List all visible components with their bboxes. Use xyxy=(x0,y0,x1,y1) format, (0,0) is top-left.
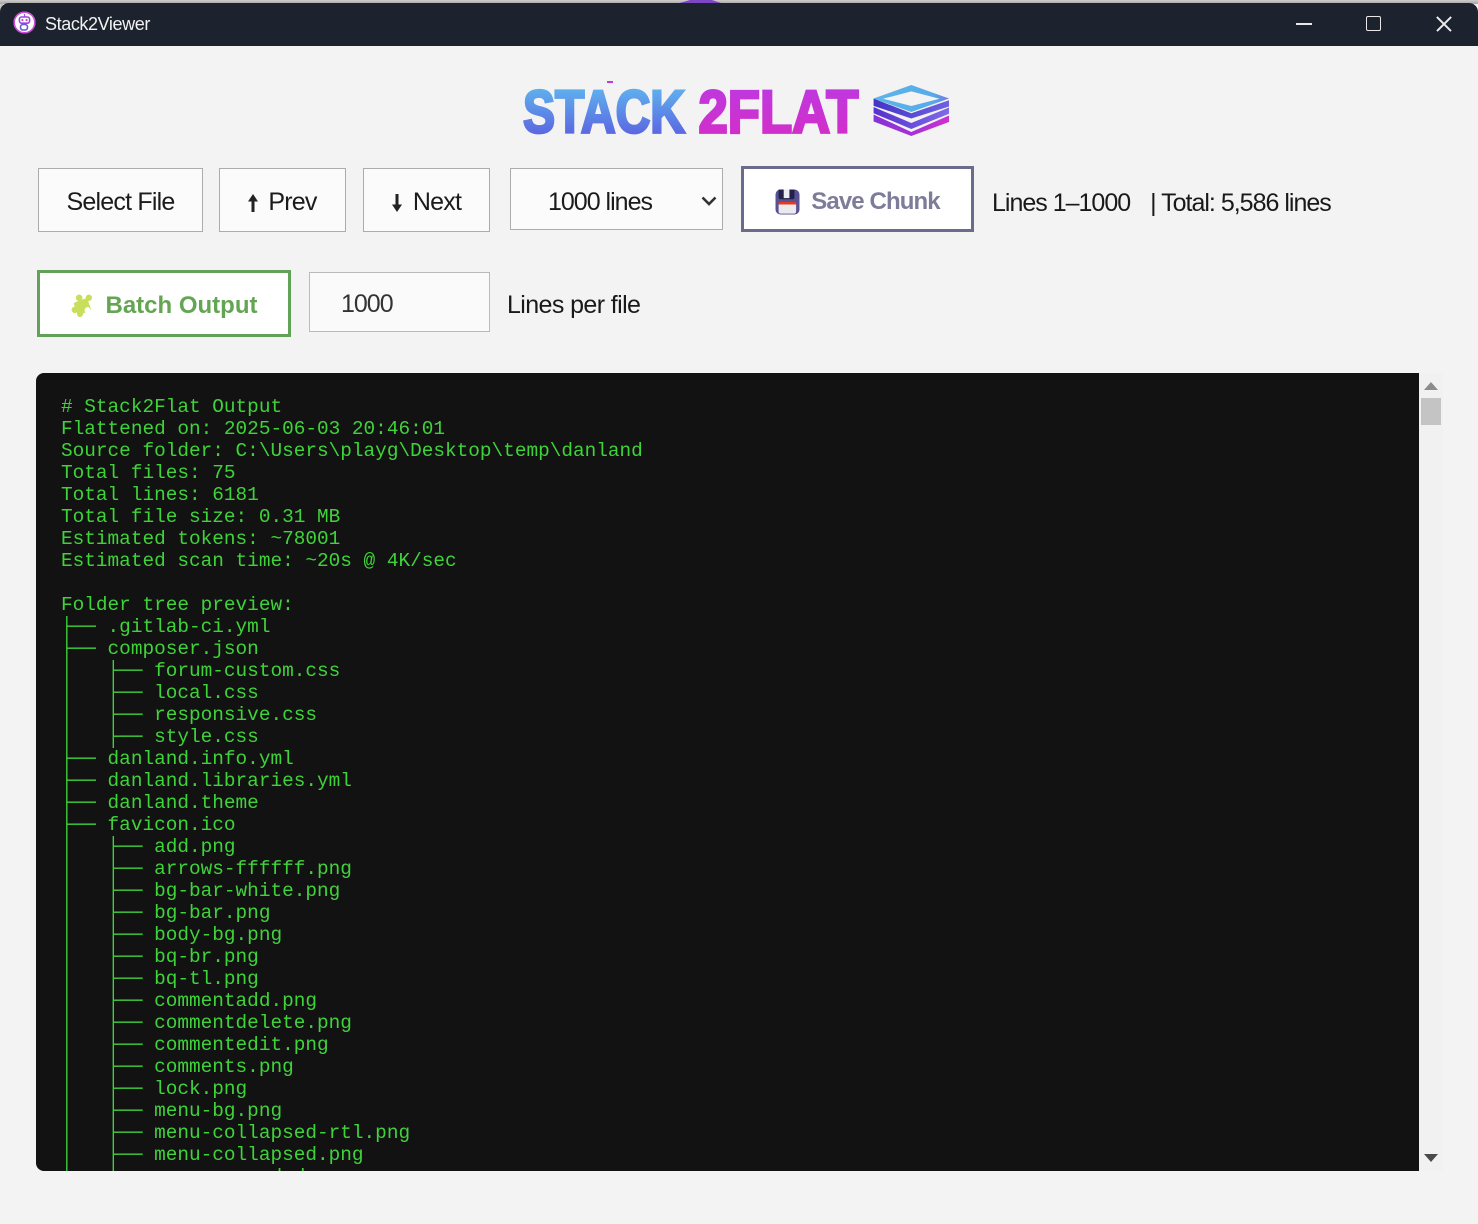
svg-text:STACK: STACK xyxy=(523,80,685,140)
svg-text:2FLAT: 2FLAT xyxy=(699,80,859,140)
